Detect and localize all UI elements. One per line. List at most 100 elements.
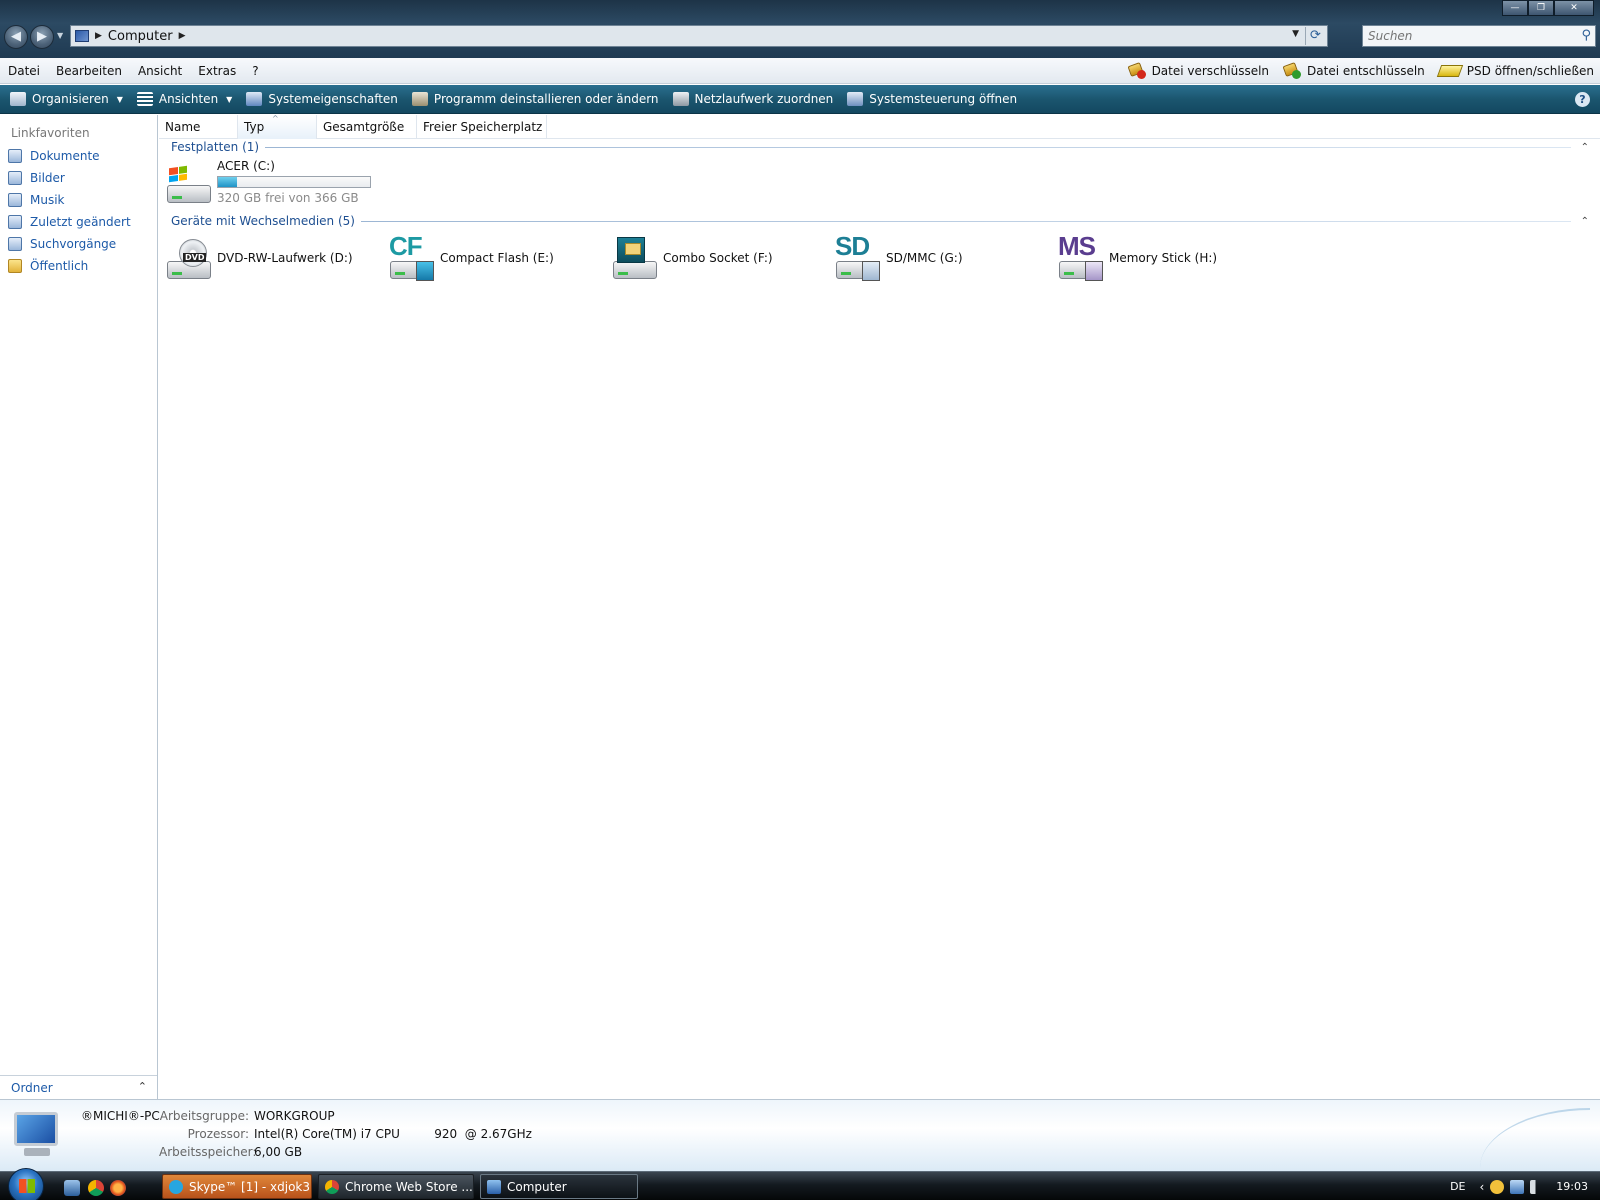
search-icon[interactable]: ⚲ xyxy=(1581,28,1591,43)
sidebar-item-searches[interactable]: Suchvorgänge xyxy=(0,233,157,255)
group-title: Festplatten (1) xyxy=(171,140,260,154)
folders-toggle[interactable]: Ordner ⌃ xyxy=(0,1075,157,1099)
system-properties-button[interactable]: Systemeigenschaften xyxy=(246,92,398,106)
drive-h-name: Memory Stick (H:) xyxy=(1109,251,1218,265)
volume-icon[interactable] xyxy=(1530,1179,1545,1194)
back-button[interactable]: ◀ xyxy=(4,25,28,49)
firefox-icon[interactable] xyxy=(110,1180,126,1196)
chevron-up-icon: ⌃ xyxy=(137,1080,147,1093)
psd-toggle-button[interactable]: PSD öffnen/schließen xyxy=(1436,64,1594,78)
column-type-label: Typ xyxy=(244,120,265,134)
encrypt-file-button[interactable]: Datei verschlüsseln xyxy=(1127,62,1269,79)
group-header-hard-disks[interactable]: Festplatten (1) ⌃ xyxy=(171,139,1591,155)
drive-d-tile[interactable]: DVD DVD-RW-Laufwerk (D:) xyxy=(165,235,375,291)
show-desktop-icon[interactable] xyxy=(64,1180,80,1196)
drive-h-tile[interactable]: MS Memory Stick (H:) xyxy=(1057,231,1277,291)
sidebar-item-music[interactable]: Musik xyxy=(0,189,157,211)
taskbar-chrome[interactable]: Chrome Web Store ... xyxy=(318,1174,474,1199)
sidebar-item-pictures[interactable]: Bilder xyxy=(0,167,157,189)
chrome-icon[interactable] xyxy=(88,1180,104,1196)
capacity-bar xyxy=(217,176,371,188)
sidebar-item-label: Dokumente xyxy=(30,149,100,163)
workgroup-label: Arbeitsgruppe: xyxy=(159,1109,249,1123)
menu-datei[interactable]: Datei xyxy=(0,64,48,78)
forward-button[interactable]: ▶ xyxy=(30,25,54,49)
drive-c-tile[interactable]: ACER (C:) 320 GB frei von 366 GB xyxy=(165,159,385,215)
details-pane: ®MICHI®-PC Arbeitsgruppe: WORKGROUP Proz… xyxy=(0,1099,1600,1171)
breadcrumb-chevron-icon[interactable]: ▶ xyxy=(95,31,102,41)
cf-badge: CF xyxy=(389,231,423,261)
sidebar-item-recent[interactable]: Zuletzt geändert xyxy=(0,211,157,233)
open-control-panel-button[interactable]: Systemsteuerung öffnen xyxy=(847,92,1017,106)
map-network-drive-label: Netzlaufwerk zuordnen xyxy=(694,92,834,106)
psd-icon xyxy=(1436,65,1463,77)
taskbar-computer[interactable]: Computer xyxy=(480,1174,638,1199)
taskbar-skype[interactable]: Skype™ [1] - xdjok3r... xyxy=(162,1174,312,1199)
computer-small-icon xyxy=(75,30,89,42)
chrome-icon xyxy=(325,1179,339,1194)
search-input[interactable] xyxy=(1363,26,1563,46)
column-total-size[interactable]: Gesamtgröße xyxy=(317,115,417,139)
drive-e-name: Compact Flash (E:) xyxy=(440,251,554,265)
notification-icon[interactable] xyxy=(1490,1179,1505,1194)
uninstall-program-button[interactable]: Programm deinstallieren oder ändern xyxy=(411,92,659,106)
show-hidden-icons-icon[interactable]: ‹ xyxy=(1479,1180,1484,1194)
column-headers: Name ^ Typ Gesamtgröße Freier Speicherpl… xyxy=(159,114,1600,139)
search-box[interactable]: ⚲ xyxy=(1362,25,1596,47)
collapse-icon[interactable]: ⌃ xyxy=(1581,142,1589,153)
column-type[interactable]: ^ Typ xyxy=(238,114,317,139)
sidebar-item-label: Öffentlich xyxy=(30,259,89,273)
address-bar[interactable]: ▶ Computer ▶ ▼ ⟳ xyxy=(70,25,1328,47)
menu-actions: Datei verschlüsseln Datei entschlüsseln … xyxy=(1114,58,1594,84)
column-name[interactable]: Name xyxy=(159,115,238,139)
drive-g-tile[interactable]: SD SD/MMC (G:) xyxy=(834,231,1044,291)
start-button[interactable] xyxy=(8,1168,44,1200)
system-properties-label: Systemeigenschaften xyxy=(268,92,398,106)
views-button[interactable]: Ansichten ▼ xyxy=(136,92,233,106)
sidebar-item-documents[interactable]: Dokumente xyxy=(0,145,157,167)
chevron-down-icon: ▼ xyxy=(226,94,233,104)
organize-button[interactable]: Organisieren ▼ xyxy=(10,92,123,106)
breadcrumb-chevron-icon[interactable]: ▶ xyxy=(179,31,186,41)
network-icon[interactable] xyxy=(1510,1179,1525,1194)
help-icon[interactable]: ? xyxy=(1575,92,1590,107)
system-tray: DE ‹ 19:03 xyxy=(1450,1172,1600,1200)
sidebar-item-public[interactable]: Öffentlich xyxy=(0,255,157,277)
address-history-dropdown[interactable]: ▼ xyxy=(1292,29,1299,39)
recent-pages-dropdown[interactable]: ▼ xyxy=(57,31,63,40)
uninstall-icon xyxy=(411,92,428,106)
folders-label: Ordner xyxy=(11,1080,53,1095)
lock-red-icon xyxy=(1127,62,1146,79)
column-free-space[interactable]: Freier Speicherplatz xyxy=(417,115,547,139)
searches-icon xyxy=(8,237,22,251)
window-title-bar: — ❐ ✕ ◀ ▶ ▼ ▶ Computer ▶ ▼ ⟳ ⚲ xyxy=(0,0,1600,58)
maximize-button[interactable]: ❐ xyxy=(1528,0,1554,16)
menu-help[interactable]: ? xyxy=(244,64,266,78)
ms-badge: MS xyxy=(1058,231,1096,261)
collapse-icon[interactable]: ⌃ xyxy=(1581,216,1589,227)
open-control-panel-label: Systemsteuerung öffnen xyxy=(869,92,1018,106)
memory-value: 6,00 GB xyxy=(254,1145,303,1159)
language-indicator[interactable]: DE xyxy=(1450,1180,1465,1193)
drive-e-tile[interactable]: CF Compact Flash (E:) xyxy=(388,231,598,291)
refresh-icon[interactable]: ⟳ xyxy=(1305,27,1325,45)
close-button[interactable]: ✕ xyxy=(1554,0,1594,16)
drive-f-tile[interactable]: Combo Socket (F:) xyxy=(611,235,821,291)
menu-extras[interactable]: Extras xyxy=(190,64,244,78)
decrypt-file-label: Datei entschlüsseln xyxy=(1307,64,1425,78)
dvd-badge: DVD xyxy=(183,253,207,262)
hard-drive-windows-icon xyxy=(165,159,213,207)
menu-bearbeiten[interactable]: Bearbeiten xyxy=(48,64,130,78)
clock[interactable]: 19:03 xyxy=(1556,1180,1588,1193)
sd-badge: SD xyxy=(835,231,870,261)
breadcrumb-computer[interactable]: Computer xyxy=(108,29,173,44)
drive-d-name: DVD-RW-Laufwerk (D:) xyxy=(217,251,353,265)
group-header-removable[interactable]: Geräte mit Wechselmedien (5) ⌃ xyxy=(171,213,1591,229)
chevron-down-icon: ▼ xyxy=(116,94,123,104)
processor-value: Intel(R) Core(TM) i7 CPU 920 @ 2.67GHz xyxy=(254,1127,532,1141)
computer-name: ®MICHI®-PC xyxy=(81,1109,160,1123)
map-network-drive-button[interactable]: Netzlaufwerk zuordnen xyxy=(672,92,834,106)
menu-ansicht[interactable]: Ansicht xyxy=(130,64,190,78)
minimize-button[interactable]: — xyxy=(1502,0,1528,16)
decrypt-file-button[interactable]: Datei entschlüsseln xyxy=(1282,62,1425,79)
